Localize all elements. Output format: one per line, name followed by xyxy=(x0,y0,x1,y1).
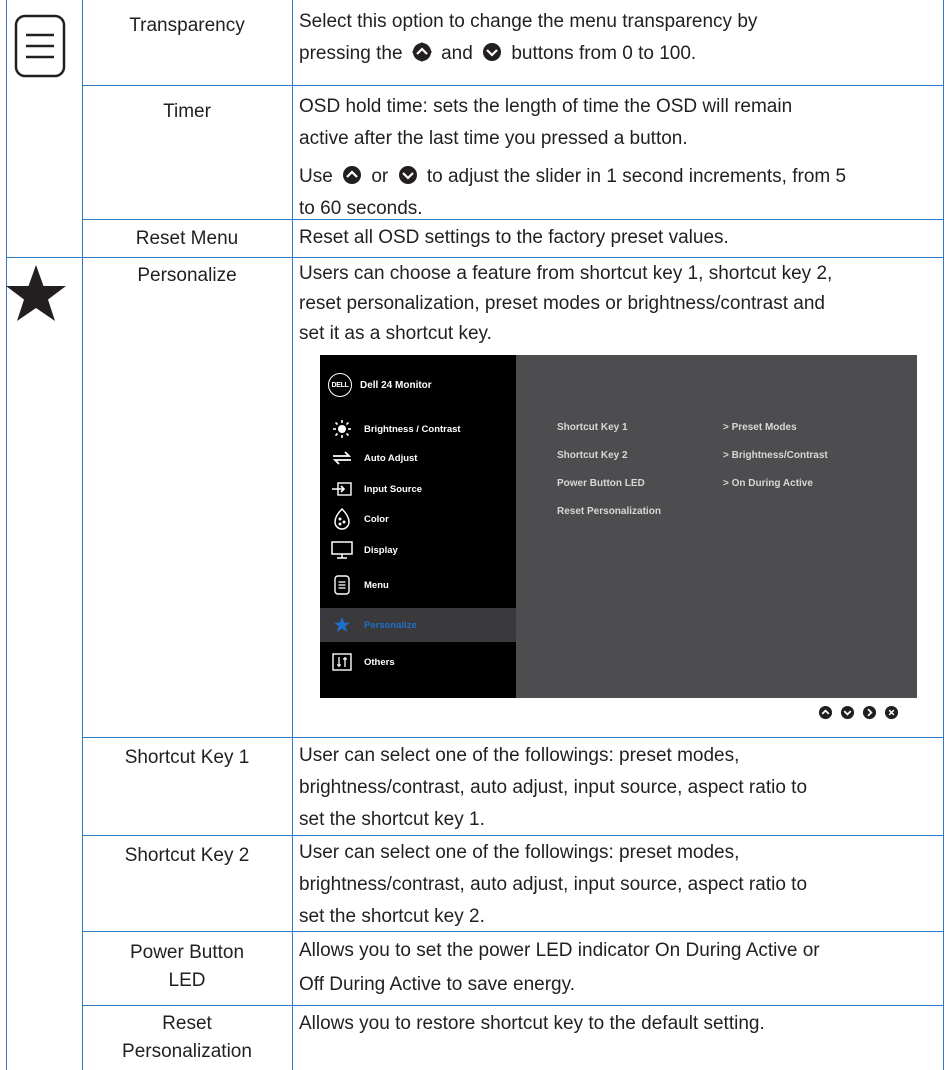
desc-line: set the shortcut key 2. xyxy=(299,906,485,927)
input-source-icon xyxy=(330,478,354,500)
osd-screenshot: DELL Dell 24 Monitor Brightness / Contra… xyxy=(320,355,917,698)
table-border-right xyxy=(943,0,944,1070)
desc-line: User can select one of the followings: p… xyxy=(299,842,740,863)
desc-line: set it as a shortcut key. xyxy=(299,323,492,344)
osd-header: DELL Dell 24 Monitor xyxy=(328,372,432,398)
row-name-shortcut-key-2: Shortcut Key 2 xyxy=(124,845,250,866)
table-border-icon-col xyxy=(82,0,83,1070)
row-name-reset-menu: Reset Menu xyxy=(135,228,239,249)
osd-menu-label: Menu xyxy=(364,579,389,591)
menu-lines-icon xyxy=(14,14,66,78)
desc-line: brightness/contrast, auto adjust, input … xyxy=(299,777,808,798)
desc-line: reset personalization, preset modes or b… xyxy=(299,293,825,314)
osd-menu-input-source: Input Source xyxy=(320,472,516,506)
row-divider xyxy=(82,737,944,738)
right-button-icon xyxy=(862,705,877,720)
up-arrow-button-icon xyxy=(343,166,362,184)
osd-nav-buttons xyxy=(818,705,899,720)
desc-text: Use xyxy=(299,166,333,187)
row-desc-power-button-led: Allows you to set the power LED indicato… xyxy=(299,934,939,1002)
row-name-transparency: Transparency xyxy=(129,15,245,36)
row-desc-transparency: Select this option to change the menu tr… xyxy=(299,6,939,70)
row-divider xyxy=(82,1005,944,1006)
row-divider xyxy=(82,85,944,86)
desc-text: and xyxy=(441,43,473,64)
desc-line: set the shortcut key 1. xyxy=(299,809,485,830)
row-desc-reset-personalization: Allows you to restore shortcut key to th… xyxy=(299,1008,939,1040)
up-arrow-button-icon xyxy=(411,42,432,62)
row-desc-shortcut-key-2: User can select one of the followings: p… xyxy=(299,837,939,933)
desc-text: or xyxy=(371,166,389,187)
osd-setting-label: Shortcut Key 1 xyxy=(557,422,628,433)
table-border-left xyxy=(6,0,7,1070)
desc-line: Allows you to restore shortcut key to th… xyxy=(299,1013,765,1034)
star-icon xyxy=(330,614,354,636)
close-button-icon xyxy=(884,705,899,720)
star-icon xyxy=(6,265,66,321)
desc-line: active after the last time you pressed a… xyxy=(299,128,688,149)
desc-text: pressing the xyxy=(299,43,403,64)
osd-setting-value: > Brightness/Contrast xyxy=(723,450,828,461)
row-name-power-button-led: Power Button LED xyxy=(88,939,286,995)
osd-setting-value: > Preset Modes xyxy=(723,422,797,433)
down-arrow-button-icon xyxy=(398,166,417,184)
row-desc-reset-menu: Reset all OSD settings to the factory pr… xyxy=(299,222,939,254)
osd-menu-label: Input Source xyxy=(364,483,423,495)
desc-text: buttons from 0 to 100. xyxy=(511,43,697,64)
osd-menu-label: Auto Adjust xyxy=(364,452,418,464)
row-name-timer: Timer xyxy=(163,101,211,122)
name-line: Personalization xyxy=(122,1041,252,1062)
desc-line: to 60 seconds. xyxy=(299,198,423,219)
osd-menu-label: Color xyxy=(364,513,389,525)
name-line: Reset xyxy=(162,1013,212,1034)
osd-setting-value: > On During Active xyxy=(723,478,813,489)
row-name-personalize: Personalize xyxy=(137,265,237,286)
osd-title: Dell 24 Monitor xyxy=(360,379,432,391)
osd-setting-label: Reset Personalization xyxy=(557,506,661,517)
desc-line: Off During Active to save energy. xyxy=(299,974,575,995)
osd-menu-label: Brightness / Contrast xyxy=(364,423,461,435)
osd-menu-color: Color xyxy=(320,502,516,536)
down-button-icon xyxy=(840,705,855,720)
name-line: LED xyxy=(168,970,206,991)
others-icon xyxy=(330,651,354,673)
desc-line: User can select one of the followings: p… xyxy=(299,745,740,766)
row-desc-timer: OSD hold time: sets the length of time t… xyxy=(299,91,939,225)
desc-line: Users can choose a feature from shortcut… xyxy=(299,263,833,284)
section-divider xyxy=(6,257,944,258)
osd-menu-others: Others xyxy=(320,645,516,679)
desc-text: to adjust the slider in 1 second increme… xyxy=(426,166,847,187)
up-button-icon xyxy=(818,705,833,720)
desc-line: Reset all OSD settings to the factory pr… xyxy=(299,227,729,248)
down-arrow-button-icon xyxy=(483,43,502,61)
osd-menu-label: Display xyxy=(364,544,398,556)
desc-line: OSD hold time: sets the length of time t… xyxy=(299,96,793,117)
row-desc-personalize: Users can choose a feature from shortcut… xyxy=(299,259,939,349)
osd-menu-menu: Menu xyxy=(320,568,516,602)
osd-menu-panel: DELL Dell 24 Monitor Brightness / Contra… xyxy=(320,355,516,698)
row-name-reset-personalization: Reset Personalization xyxy=(88,1010,286,1066)
osd-menu-auto-adjust: Auto Adjust xyxy=(320,441,516,475)
color-icon xyxy=(330,508,354,530)
desc-line: Allows you to set the power LED indicato… xyxy=(299,940,820,961)
row-desc-shortcut-key-1: User can select one of the followings: p… xyxy=(299,740,939,836)
osd-menu-personalize: Personalize xyxy=(320,608,516,642)
osd-menu-label: Others xyxy=(364,656,395,668)
osd-menu-display: Display xyxy=(320,533,516,567)
table-border-name-col xyxy=(292,0,293,1070)
osd-setting-label: Power Button LED xyxy=(557,478,645,489)
dell-logo: DELL xyxy=(328,373,352,397)
menu-icon xyxy=(330,574,354,596)
row-name-shortcut-key-1: Shortcut Key 1 xyxy=(124,747,250,768)
osd-menu-label: Personalize xyxy=(364,619,417,631)
display-icon xyxy=(330,539,354,561)
brightness-icon xyxy=(330,418,354,440)
desc-line: Select this option to change the menu tr… xyxy=(299,11,758,32)
auto-adjust-icon xyxy=(330,447,354,469)
desc-line: brightness/contrast, auto adjust, input … xyxy=(299,874,808,895)
osd-setting-label: Shortcut Key 2 xyxy=(557,450,628,461)
name-line: Power Button xyxy=(129,942,245,963)
